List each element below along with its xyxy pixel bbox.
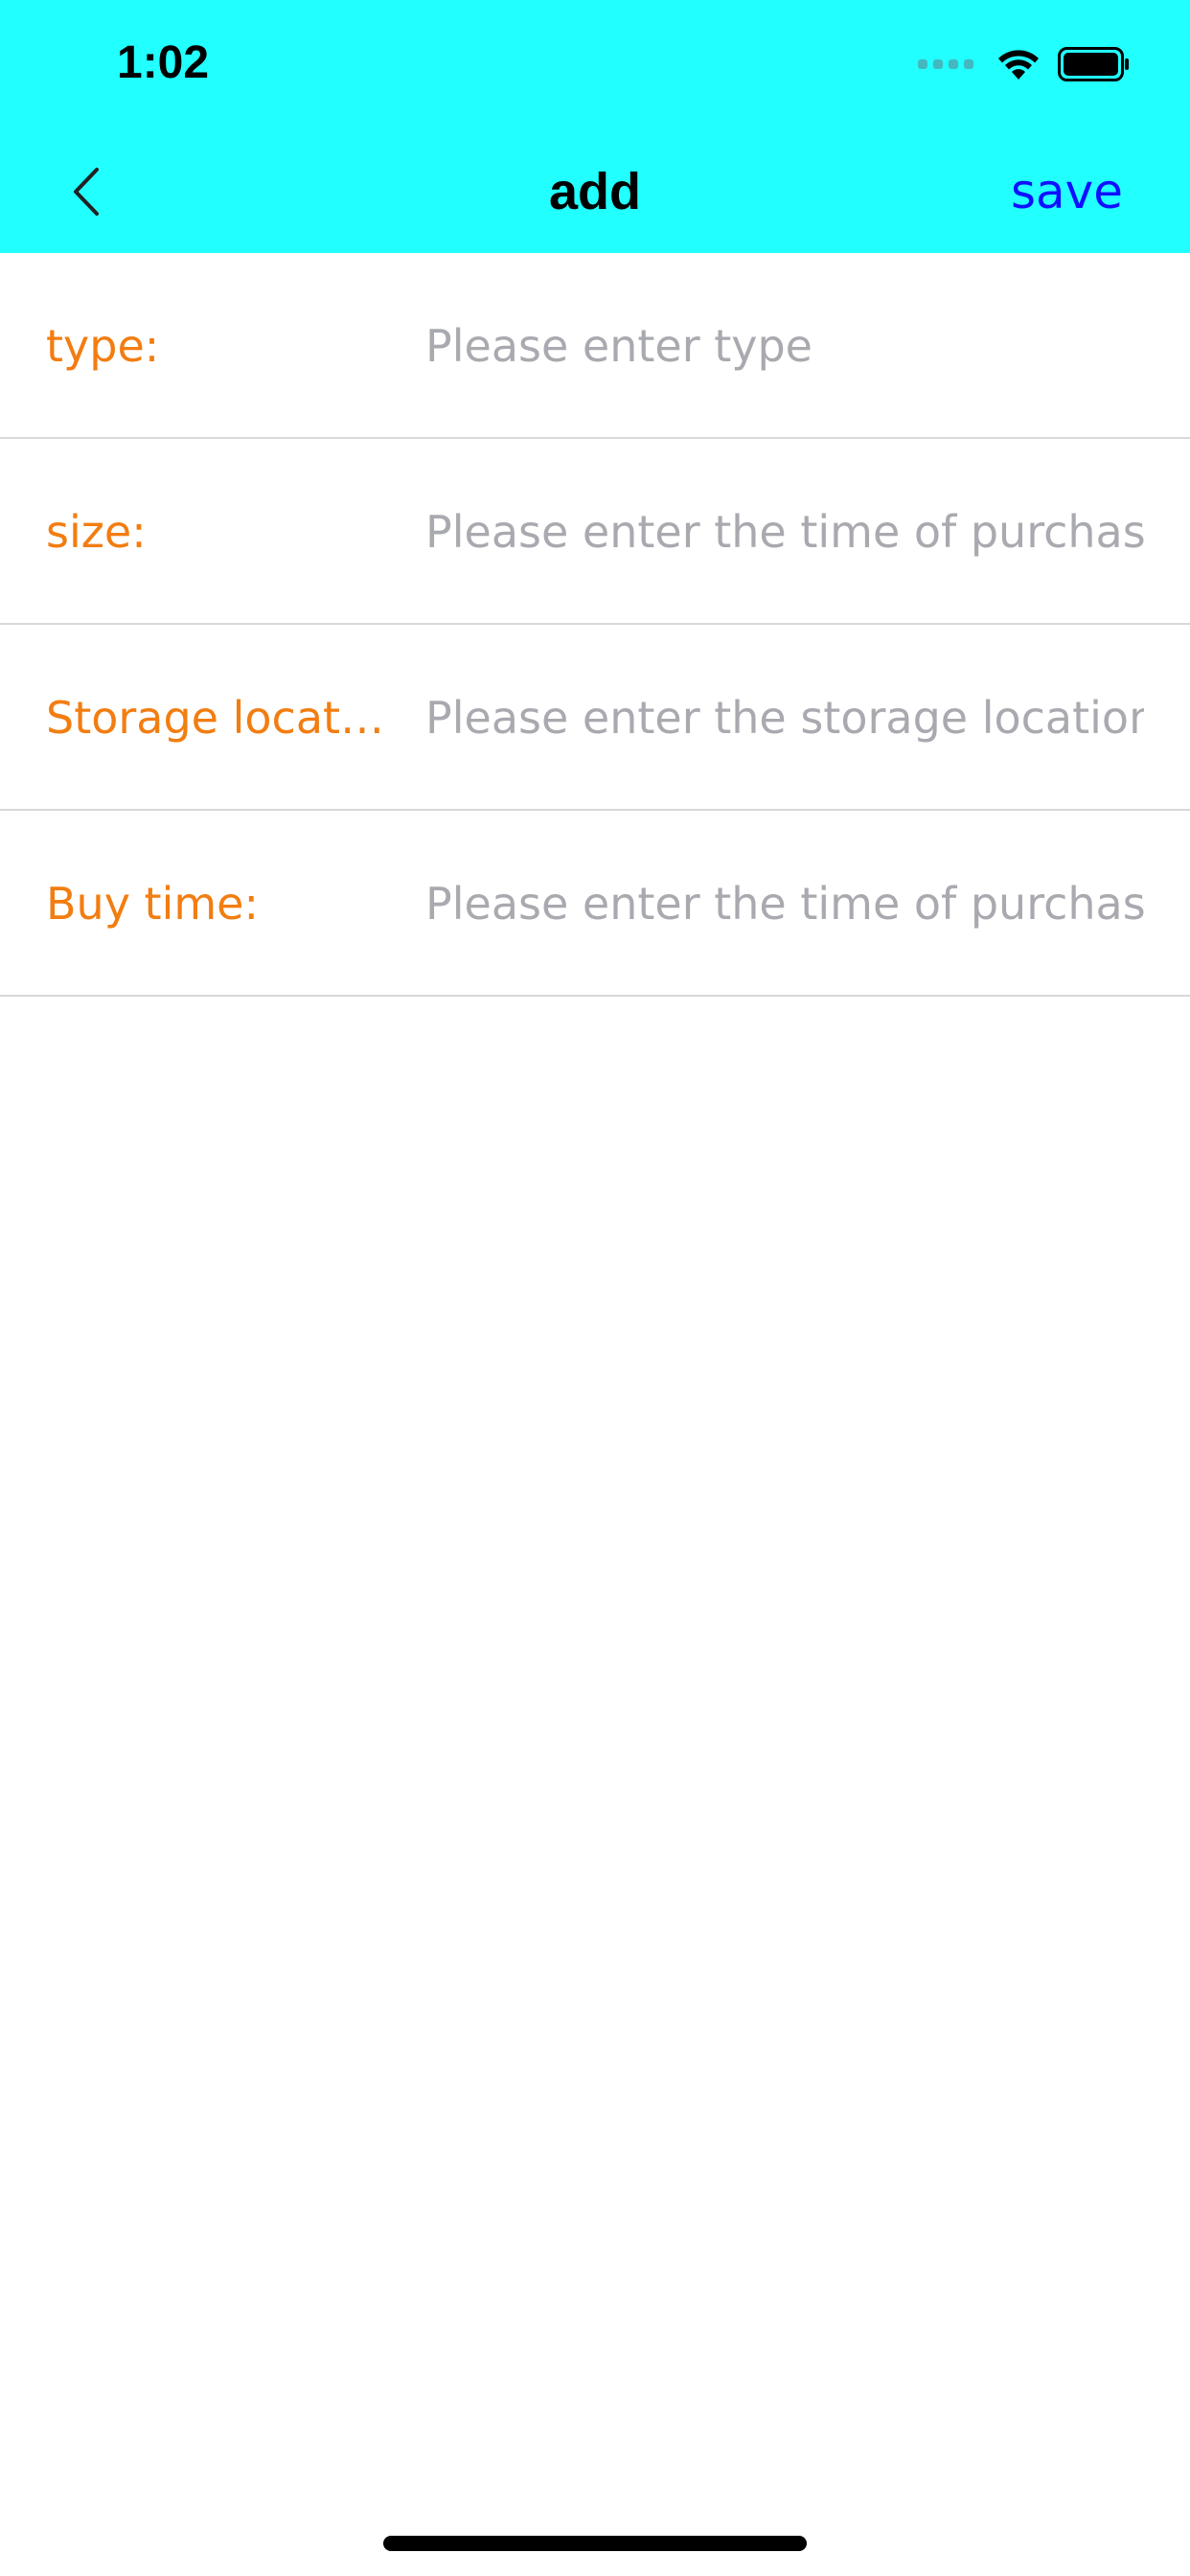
save-button[interactable]: save (1011, 153, 1123, 230)
size-input[interactable] (425, 496, 1144, 567)
signal-dots-icon (918, 59, 973, 69)
home-indicator[interactable] (383, 2536, 807, 2551)
storage-location-label: Storage location: (46, 692, 391, 744)
form-row-size: size: (0, 439, 1190, 625)
chevron-left-icon (74, 168, 99, 216)
buy-time-input[interactable] (425, 868, 1144, 939)
form-row-buy-time: Buy time: (0, 811, 1190, 997)
add-form: type: size: Storage location: Buy time: (0, 253, 1190, 997)
wifi-icon (998, 50, 1039, 80)
form-row-storage-location: Storage location: (0, 625, 1190, 811)
type-label: type: (46, 320, 160, 372)
navigation-bar: 1:02 add save (0, 0, 1190, 253)
form-row-type: type: (0, 253, 1190, 439)
status-time: 1:02 (117, 37, 210, 88)
battery-icon (1058, 47, 1129, 81)
buy-time-label: Buy time: (46, 878, 259, 930)
size-label: size: (46, 506, 147, 558)
status-indicators (918, 40, 1131, 88)
storage-location-input[interactable] (425, 682, 1144, 753)
type-input[interactable] (425, 310, 1144, 381)
back-button[interactable] (57, 153, 115, 230)
